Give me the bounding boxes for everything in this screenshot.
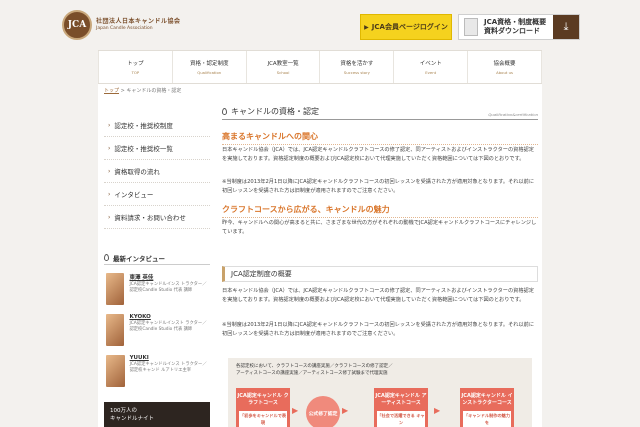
artist-course-box: JCA認定キャンドル アーティストコース 「社会で活躍できる キャン (374, 388, 428, 427)
nav-sublabel: Success story (343, 70, 370, 75)
craft-paragraph: 昨今、キャンドルへの関心が高まると共に、さまざまな世代の方がそれぞれの動機でJC… (222, 220, 537, 235)
overview-paragraph: 日本キャンドル協会（JCA）では、JCA認定キャンドルクラフトコースの修了認定、… (222, 288, 534, 303)
interviewee-name[interactable]: YUUKI (130, 355, 210, 361)
chevron-right-icon: › (108, 121, 111, 129)
nav-label: イベント (419, 61, 442, 67)
interviewee-name[interactable]: 東澤 英佳 (129, 273, 210, 281)
member-login-button[interactable]: ▶ JCA会員ページログイン (360, 14, 452, 40)
logo-text[interactable]: 社団法人日本キャンドル協会 Japan Candle Association (96, 16, 181, 31)
nav-label: JCA教室一覧 (267, 61, 299, 67)
interviewee-desc: JCA認定キャンドルインス トラクター／認定校キャンド ルアトリエ主宰 (129, 362, 207, 373)
interview-heading-label: 最新インタビュー (113, 254, 165, 263)
interview-item[interactable]: 東澤 英佳 JCA認定キャンドルインス トラクター／認定校Candle Stud… (106, 273, 210, 311)
sidebar-item-label: 資格取得の流れ (114, 168, 160, 176)
craft-course-box: JCA認定キャンドル クラフトコース 「初歩をキャンドルで表現 (236, 388, 290, 427)
diagram-caption-line1: 各認定校において、クラフトコースの講座実施／クラフトコースの修了認定／ (236, 364, 393, 369)
sidebar-item-certified-schools[interactable]: › 認定校・推奨校制度 (104, 114, 210, 137)
sidebar-item-label: 資料請求・お問い合わせ (114, 214, 186, 222)
diagram-caption-line2: アーティストコースの講座実施／アーティストコース修了試験まで代理実施 (236, 370, 388, 376)
chevron-right-icon: › (108, 213, 111, 221)
nav-item-top[interactable]: トップ TOP (98, 51, 173, 83)
nav-item-event[interactable]: イベント Event (394, 51, 469, 83)
diagram-caption: 各認定校において、クラフトコースの講座実施／クラフトコースの修了認定／ アーティ… (236, 364, 393, 377)
page-title-sub: Qualification&certification (488, 112, 538, 117)
logo-en: Japan Candle Association (96, 26, 153, 31)
logo-jp: 社団法人日本キャンドル協会 (96, 18, 181, 25)
overview-heading: JCA認定制度の概要 (222, 266, 538, 282)
breadcrumb: トップ > キャンドルの資格・認定 (104, 87, 181, 94)
nav-item-school[interactable]: JCA教室一覧 School (247, 51, 321, 83)
interviewee-desc: JCA認定キャンドルインス トラクター／認定校Candle Studio 代表 … (129, 282, 207, 293)
interview-item[interactable]: KYOKO JCA認定キャンドルインスト ラクター／認定校Candle Stud… (106, 314, 210, 352)
banner-line1: 100万人の (110, 408, 137, 414)
download-icon: ⤓ (553, 15, 579, 39)
interviewee-name[interactable]: KYOKO (129, 314, 210, 320)
jca-logo-icon[interactable]: JCA (62, 10, 92, 40)
arrow-right-icon: ▶ (342, 406, 349, 415)
site-header: JCA 社団法人日本キャンドル協会 Japan Candle Associati… (0, 0, 640, 48)
sidebar-item-label: 認定校・推奨校一覧 (114, 145, 173, 153)
artist-course-label: JCA認定キャンドル アーティストコース (375, 393, 427, 406)
intro-paragraph: 日本キャンドル協会（JCA）では、JCA認定キャンドルクラフトコースの修了認定、… (222, 147, 534, 162)
download-materials-button[interactable]: JCA資格・制度概要 資料ダウンロード ⤓ (458, 14, 580, 40)
download-line1: JCA資格・制度概要 (484, 18, 547, 26)
banner-line2: キャンドルナイト (110, 416, 155, 422)
latest-interview-heading: 最新インタビュー (104, 251, 210, 265)
instructor-course-label: JCA認定キャンドル インストラクターコース (461, 393, 513, 406)
download-line2: 資料ダウンロード (484, 27, 540, 35)
download-label: JCA資格・制度概要 資料ダウンロード (484, 18, 546, 36)
interviewee-photo[interactable] (106, 355, 125, 387)
sidebar-item-label: インタビュー (114, 191, 154, 199)
candle-flame-icon (222, 108, 227, 115)
chevron-right-icon: › (108, 144, 111, 152)
page-title: キャンドルの資格・認定 Qualification&certification (222, 104, 538, 120)
nav-item-qualification[interactable]: 資格・認定制度 Qualification (173, 51, 247, 83)
breadcrumb-home-link[interactable]: トップ (104, 88, 119, 94)
candle-night-banner[interactable]: 100万人の キャンドルナイト (104, 402, 210, 427)
official-completion-badge: 公式修了認定 (306, 396, 340, 427)
arrow-right-icon: ▶ (292, 406, 299, 415)
instructor-course-desc: 「キャンドル制作の魅力を (463, 411, 511, 427)
chevron-right-icon: › (108, 190, 111, 198)
member-login-label: JCA会員ページログイン (371, 23, 448, 31)
interview-item[interactable]: YUUKI JCA認定キャンドルインス トラクター／認定校キャンド ルアトリエ主… (106, 355, 210, 393)
nav-sublabel: TOP (131, 70, 140, 75)
chevron-right-icon: › (108, 167, 111, 175)
interviewee-photo[interactable] (106, 314, 125, 346)
interviewee-desc: JCA認定キャンドルインスト ラクター／認定校Candle Studio 代表 … (129, 321, 207, 332)
nav-sublabel: About us (496, 70, 513, 75)
breadcrumb-current: キャンドルの資格・認定 (126, 88, 182, 94)
candle-flame-icon (104, 254, 109, 261)
certification-diagram: 各認定校において、クラフトコースの講座実施／クラフトコースの修了認定／ アーティ… (228, 358, 532, 427)
page-title-text: キャンドルの資格・認定 (231, 107, 319, 116)
craft-course-desc: 「初歩をキャンドルで表現 (239, 411, 287, 427)
arrow-right-icon: ▶ (364, 23, 369, 31)
overview-note: ※当制度は2013年2月1日以降にJCA認定キャンドルクラフトコースの初回レッス… (222, 322, 535, 337)
nav-sublabel: School (276, 70, 290, 75)
sidebar-item-interview[interactable]: › インタビュー (104, 183, 210, 206)
craft-course-label: JCA認定キャンドル クラフトコース (237, 393, 289, 406)
sidebar-item-label: 認定校・推奨校制度 (114, 122, 173, 130)
section-heading-interest: 高まるキャンドルへの関心 (222, 131, 538, 145)
nav-sublabel: Qualification (197, 70, 222, 75)
intro-note: ※当制度は2013年2月1日以降にJCA認定キャンドルクラフトコースの初回レッス… (222, 179, 535, 194)
nav-item-about[interactable]: 協会概要 About us (468, 51, 542, 83)
nav-label: トップ (127, 61, 144, 67)
nav-label: 協会概要 (493, 61, 516, 67)
sidebar-item-school-list[interactable]: › 認定校・推奨校一覧 (104, 137, 210, 160)
sidebar-item-flow[interactable]: › 資格取得の流れ (104, 160, 210, 183)
nav-label: 資格を活かす (340, 61, 374, 67)
nav-item-success-story[interactable]: 資格を活かす Success story (320, 51, 395, 83)
artist-course-desc: 「社会で活躍できる キャン (377, 411, 425, 427)
global-nav: トップ TOP 資格・認定制度 Qualification JCA教室一覧 Sc… (98, 50, 542, 84)
sidebar-menu: › 認定校・推奨校制度 › 認定校・推奨校一覧 › 資格取得の流れ › インタビュー ›… (104, 114, 210, 229)
arrow-right-icon: ▶ (434, 406, 441, 415)
interviewee-photo[interactable] (106, 273, 125, 305)
sidebar-item-contact[interactable]: › 資料請求・お問い合わせ (104, 206, 210, 229)
instructor-course-box: JCA認定キャンドル インストラクターコース 「キャンドル制作の魅力を (460, 388, 514, 427)
section-heading-craft: クラフトコースから広がる、キャンドルの魅力 (222, 204, 538, 218)
document-icon (464, 18, 478, 36)
nav-sublabel: Event (425, 70, 437, 75)
nav-label: 資格・認定制度 (189, 61, 229, 67)
